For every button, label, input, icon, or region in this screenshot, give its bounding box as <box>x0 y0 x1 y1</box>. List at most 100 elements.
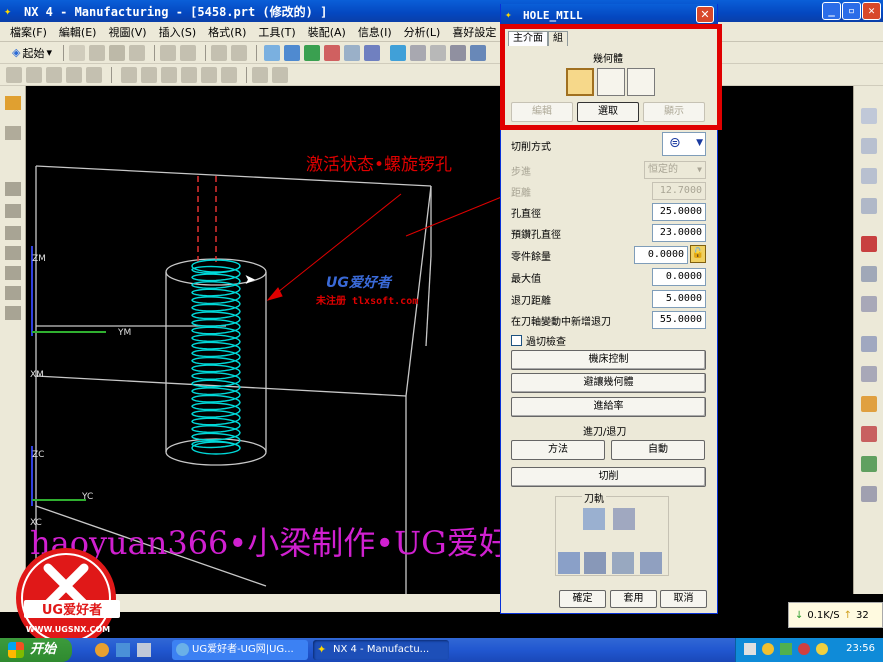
display-geometry-button[interactable]: 顯示 <box>643 102 705 122</box>
replay-toolpath-icon[interactable] <box>613 508 635 530</box>
roles-icon[interactable] <box>861 426 877 442</box>
avoid-geometry-button[interactable]: 避讓幾何體 <box>511 373 706 393</box>
circle2-tool-icon[interactable] <box>5 286 21 300</box>
history-icon[interactable] <box>861 266 877 282</box>
line-tool-icon[interactable] <box>5 126 21 140</box>
assembly-navigator-icon[interactable] <box>861 168 877 184</box>
spindle-retract-field[interactable]: 55.0000 <box>652 311 706 329</box>
undo-icon[interactable] <box>211 44 227 61</box>
output-cls-icon[interactable] <box>272 66 288 83</box>
postprocess-toolpath-icon[interactable] <box>612 552 634 574</box>
dialog-close-button[interactable]: ✕ <box>696 6 714 23</box>
create-method-icon[interactable] <box>66 66 82 83</box>
operation-nav-icon[interactable] <box>861 198 877 214</box>
shaded-icon[interactable] <box>390 44 406 61</box>
create-program-icon[interactable] <box>6 66 22 83</box>
predrill-diameter-field[interactable]: 23.0000 <box>652 224 706 242</box>
start-menu-button[interactable]: ◈ 起始 ▾ <box>6 45 58 61</box>
max-field[interactable]: 0.0000 <box>652 268 706 286</box>
stock-field[interactable]: 0.0000 <box>634 246 688 264</box>
snap-icon[interactable] <box>5 96 21 110</box>
quicklaunch-icon[interactable] <box>116 643 130 657</box>
analysis-icon[interactable] <box>861 456 877 472</box>
wireframe-icon[interactable] <box>410 44 426 61</box>
step-dropdown[interactable]: 恒定的 ▼ <box>644 161 706 179</box>
tab-group[interactable]: 組 <box>548 31 568 46</box>
distance-field[interactable]: 12.7000 <box>652 182 706 200</box>
quicklaunch-icon[interactable] <box>137 643 151 657</box>
menu-info[interactable]: 信息(I) <box>352 24 398 40</box>
redo-icon[interactable] <box>231 44 247 61</box>
taskbar-item-browser[interactable]: UG爱好者-UG网|UG... <box>172 640 308 660</box>
blank-geometry-icon[interactable] <box>597 68 625 96</box>
web-browser-icon[interactable] <box>861 236 877 252</box>
tray-icon[interactable] <box>798 643 810 655</box>
print-icon[interactable] <box>129 44 145 61</box>
check-geometry-icon[interactable] <box>627 68 655 96</box>
generate-path-icon[interactable] <box>141 66 157 83</box>
clock-icon[interactable] <box>861 336 877 352</box>
list-toolpath-icon[interactable] <box>558 552 580 574</box>
menu-file[interactable]: 檔案(F) <box>4 24 53 40</box>
menu-view[interactable]: 視圖(V) <box>102 24 152 40</box>
spline-tool-icon[interactable] <box>5 226 21 240</box>
tray-icon[interactable] <box>762 643 774 655</box>
pan-icon[interactable] <box>344 44 360 61</box>
part-navigator-icon[interactable] <box>861 138 877 154</box>
create-geometry-icon[interactable] <box>46 66 62 83</box>
menu-assembly[interactable]: 裝配(A) <box>302 24 352 40</box>
menu-tools[interactable]: 工具(T) <box>252 24 301 40</box>
circle-tool-icon[interactable] <box>5 266 21 280</box>
layer-icon[interactable] <box>470 44 486 61</box>
menu-format[interactable]: 格式(R) <box>202 24 252 40</box>
cut-method-dropdown[interactable]: ⊜ ▼ <box>662 132 706 156</box>
taskbar-item-nx[interactable]: ✦ NX 4 - Manufactu... <box>313 640 449 660</box>
verify-path-icon[interactable] <box>201 66 217 83</box>
navigator-icon[interactable] <box>861 108 877 124</box>
curve-tool-icon[interactable] <box>5 182 21 196</box>
auto-button[interactable]: 自動 <box>611 440 705 460</box>
refresh-icon[interactable] <box>264 44 280 61</box>
apply-button[interactable]: 套用 <box>610 590 657 608</box>
fit-view-icon[interactable] <box>284 44 300 61</box>
maximize-button[interactable]: ▫ <box>842 2 861 20</box>
edit-geometry-button[interactable]: 編輯 <box>511 102 573 122</box>
start-button[interactable]: 开始 <box>0 638 72 662</box>
shop-doc-icon[interactable] <box>252 66 268 83</box>
render-style-icon[interactable] <box>364 44 380 61</box>
machine-control-button[interactable]: 機床控制 <box>511 350 706 370</box>
point-tool-icon[interactable] <box>5 246 21 260</box>
save-icon[interactable] <box>109 44 125 61</box>
tray-icon[interactable] <box>780 643 792 655</box>
part-geometry-icon[interactable] <box>566 68 594 96</box>
open-file-icon[interactable] <box>89 44 105 61</box>
quicklaunch-icon[interactable] <box>95 643 109 657</box>
rotate-icon[interactable] <box>324 44 340 61</box>
retract-distance-field[interactable]: 5.0000 <box>652 290 706 308</box>
arc-tool-icon[interactable] <box>5 204 21 218</box>
feedrate-button[interactable]: 進給率 <box>511 397 706 417</box>
cutting-button[interactable]: 切削 <box>511 467 706 487</box>
tray-icon[interactable] <box>744 643 756 655</box>
minimize-button[interactable]: _ <box>822 2 841 20</box>
post-process-icon[interactable] <box>221 66 237 83</box>
method-button[interactable]: 方法 <box>511 440 605 460</box>
create-tool-icon[interactable] <box>26 66 42 83</box>
plus-tool-icon[interactable] <box>5 306 21 320</box>
new-file-icon[interactable] <box>69 44 85 61</box>
palette-icon[interactable] <box>861 396 877 412</box>
reuse-library-icon[interactable] <box>861 296 877 312</box>
cut-icon[interactable] <box>160 44 176 61</box>
replay-path-icon[interactable] <box>161 66 177 83</box>
cancel-button[interactable]: 取消 <box>660 590 707 608</box>
hidden-edges-icon[interactable] <box>430 44 446 61</box>
menu-preferences[interactable]: 喜好設定 <box>446 24 502 40</box>
operation-navigator-icon[interactable] <box>121 66 137 83</box>
layout-icon[interactable] <box>861 486 877 502</box>
menu-edit[interactable]: 編輯(E) <box>53 24 103 40</box>
hole-diameter-field[interactable]: 25.0000 <box>652 203 706 221</box>
system-materials-icon[interactable] <box>861 366 877 382</box>
menu-analysis[interactable]: 分析(L) <box>398 24 447 40</box>
tab-main[interactable]: 主介面 <box>508 31 548 46</box>
copy-icon[interactable] <box>180 44 196 61</box>
